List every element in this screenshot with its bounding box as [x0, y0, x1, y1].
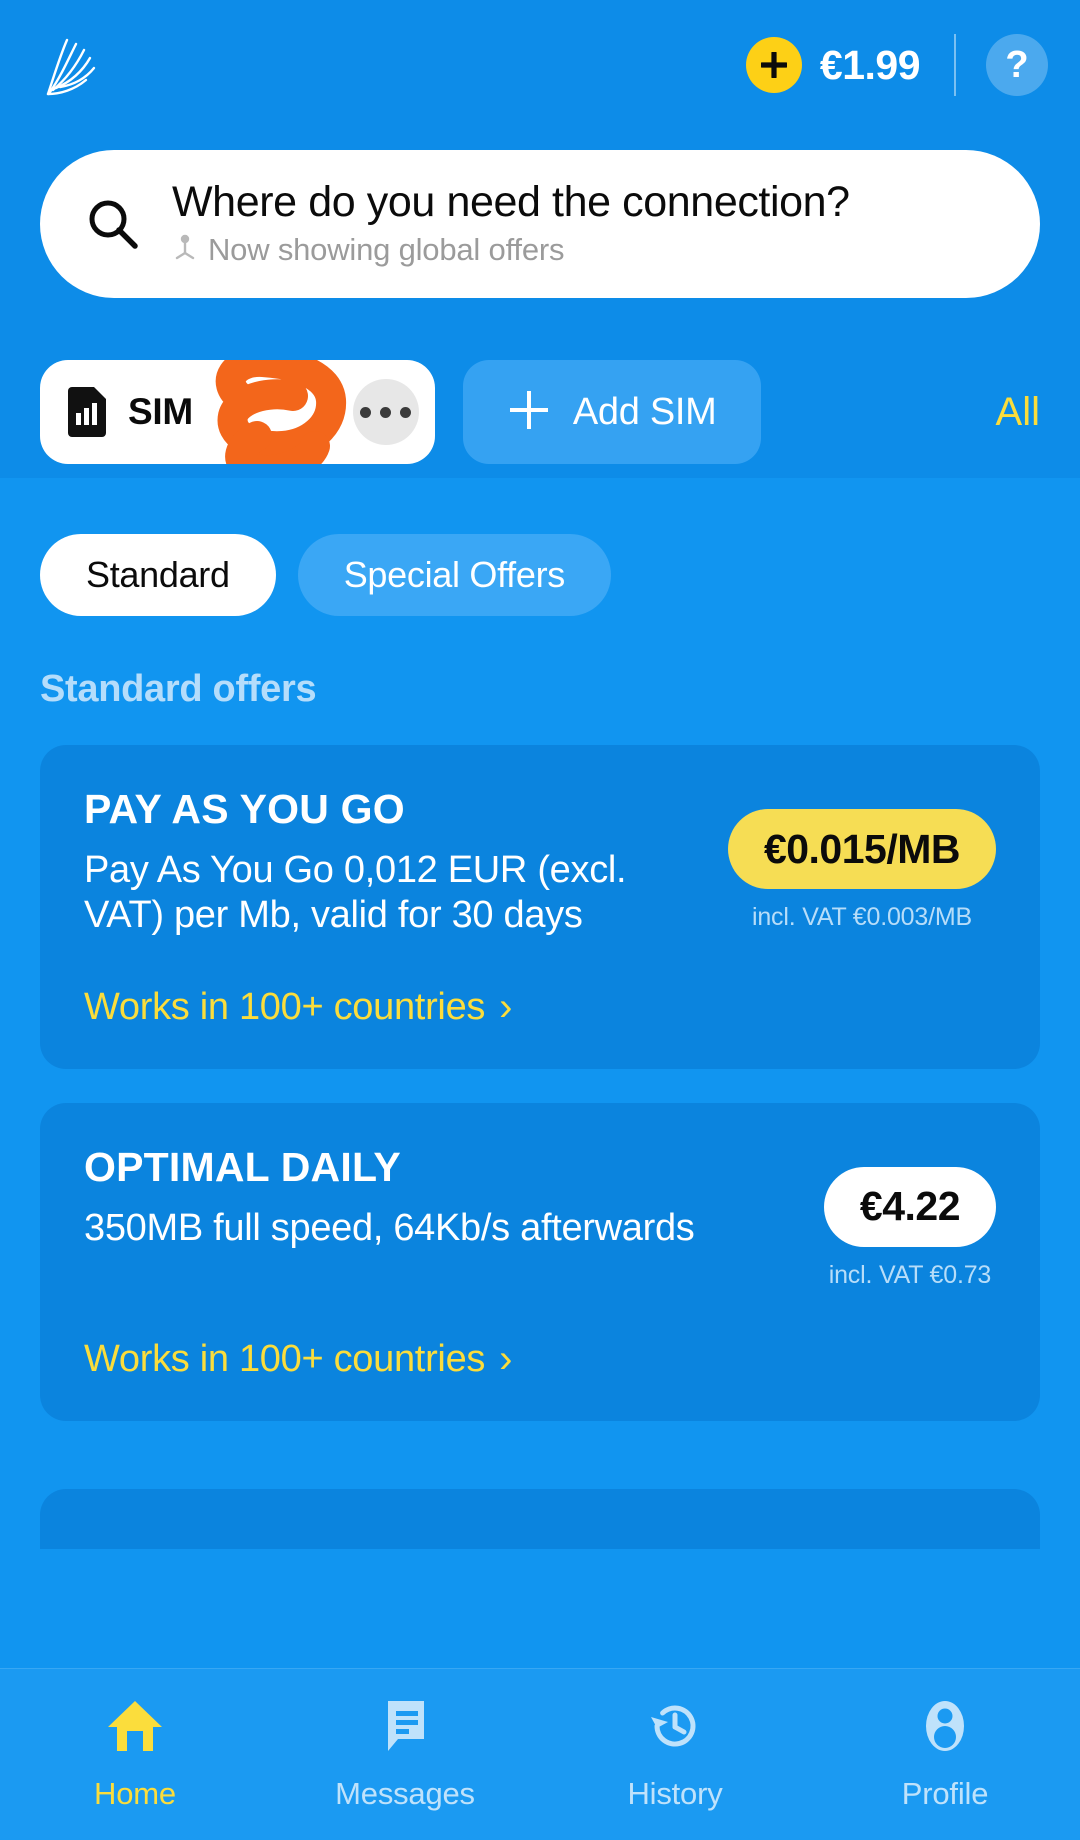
chevron-right-icon: › — [499, 1337, 513, 1382]
offer-card-partial[interactable] — [40, 1488, 1040, 1549]
balance-button[interactable]: €1.99 — [745, 37, 921, 93]
feather-logo — [34, 28, 108, 102]
add-sim-label: Add SIM — [572, 390, 717, 433]
offer-description: 350MB full speed, 64Kb/s afterwards — [84, 1206, 695, 1249]
offer-card-list: PAY AS YOU GO Pay As You Go 0,012 EUR (e… — [0, 711, 1080, 1549]
balance-amount: €1.99 — [819, 41, 921, 88]
more-options-icon[interactable] — [352, 379, 419, 445]
search-icon — [84, 195, 142, 253]
offer-card-right: €0.015/MB incl. VAT €0.003/MB — [727, 787, 996, 932]
offer-card-row: PAY AS YOU GO Pay As You Go 0,012 EUR (e… — [84, 786, 996, 938]
offer-title: OPTIMAL DAILY — [84, 1143, 401, 1190]
offer-card-left: OPTIMAL DAILY 350MB full speed, 64Kb/s a… — [84, 1143, 804, 1251]
offer-price-badge: €0.015/MB — [727, 809, 996, 889]
offers-body: Standard Special Offers Standard offers … — [0, 478, 1080, 1840]
sim-card-icon — [66, 387, 108, 437]
sim-chip[interactable]: SIM — [40, 360, 435, 464]
tab-standard[interactable]: Standard — [40, 534, 276, 616]
nav-item-messages[interactable]: Messages — [270, 1695, 540, 1812]
person-icon — [914, 1695, 976, 1762]
search-subtitle-row: Now showing global offers — [172, 232, 850, 268]
home-icon — [104, 1695, 166, 1762]
nav-label-profile: Profile — [901, 1776, 989, 1811]
offer-countries-link[interactable]: Works in 100+ countries › — [84, 1338, 996, 1381]
offer-description: Pay As You Go 0,012 EUR (excl. VAT) per … — [84, 849, 627, 936]
add-sim-button[interactable]: Add SIM — [462, 360, 761, 464]
location-pin-icon — [172, 232, 198, 267]
offer-countries-link[interactable]: Works in 100+ countries › — [84, 986, 996, 1029]
offer-vat-note: incl. VAT €0.73 — [828, 1260, 992, 1289]
app-header: €1.99 ? — [0, 0, 1080, 130]
nav-label-history: History — [627, 1776, 723, 1811]
nav-label-messages: Messages — [335, 1776, 475, 1811]
offer-countries-label: Works in 100+ countries — [84, 985, 486, 1028]
tab-special-offers[interactable]: Special Offers — [297, 534, 611, 616]
bottom-navigation: Home Messages History Profile — [0, 1668, 1080, 1840]
nav-item-profile[interactable]: Profile — [810, 1695, 1080, 1812]
header-divider — [954, 34, 956, 96]
dot — [380, 406, 392, 418]
offer-card-left: PAY AS YOU GO Pay As You Go 0,012 EUR (e… — [84, 786, 708, 938]
help-button[interactable]: ? — [986, 34, 1048, 96]
sim-label: SIM — [128, 391, 193, 432]
offer-card[interactable]: OPTIMAL DAILY 350MB full speed, 64Kb/s a… — [40, 1102, 1040, 1421]
offer-card-row: OPTIMAL DAILY 350MB full speed, 64Kb/s a… — [84, 1143, 996, 1290]
nav-label-home: Home — [94, 1776, 176, 1811]
all-sims-link[interactable]: All — [996, 390, 1046, 435]
offer-countries-label: Works in 100+ countries — [84, 1337, 486, 1380]
header-actions: €1.99 ? — [745, 34, 1048, 96]
dot — [400, 406, 412, 418]
plus-icon — [507, 388, 551, 437]
search-placeholder: Where do you need the connection? — [172, 178, 850, 227]
message-icon — [374, 1695, 436, 1762]
search-zone: Where do you need the connection? Now sh… — [0, 130, 1080, 298]
offer-tabs: Standard Special Offers — [0, 534, 1080, 616]
offer-card-right: €4.22 incl. VAT €0.73 — [823, 1145, 996, 1290]
plus-icon[interactable] — [745, 37, 802, 93]
history-clock-icon — [644, 1695, 706, 1762]
offer-card[interactable]: PAY AS YOU GO Pay As You Go 0,012 EUR (e… — [40, 745, 1040, 1069]
section-heading: Standard offers — [40, 668, 317, 710]
app-screen: €1.99 ? Where do you need the connection… — [0, 0, 1080, 1840]
sim-name-redacted — [213, 360, 346, 464]
search-subtitle: Now showing global offers — [208, 231, 565, 267]
dot — [360, 406, 372, 418]
offer-vat-note: incl. VAT €0.003/MB — [752, 903, 972, 931]
offer-title: PAY AS YOU GO — [84, 786, 405, 832]
search-input[interactable]: Where do you need the connection? Now sh… — [40, 150, 1040, 298]
nav-item-history[interactable]: History — [540, 1695, 810, 1812]
chevron-right-icon: › — [499, 985, 513, 1030]
nav-item-home[interactable]: Home — [0, 1695, 270, 1812]
sim-row: SIM Add SIM All — [0, 298, 1080, 478]
search-texts: Where do you need the connection? Now sh… — [172, 180, 850, 267]
offer-price-badge: €4.22 — [823, 1166, 996, 1247]
